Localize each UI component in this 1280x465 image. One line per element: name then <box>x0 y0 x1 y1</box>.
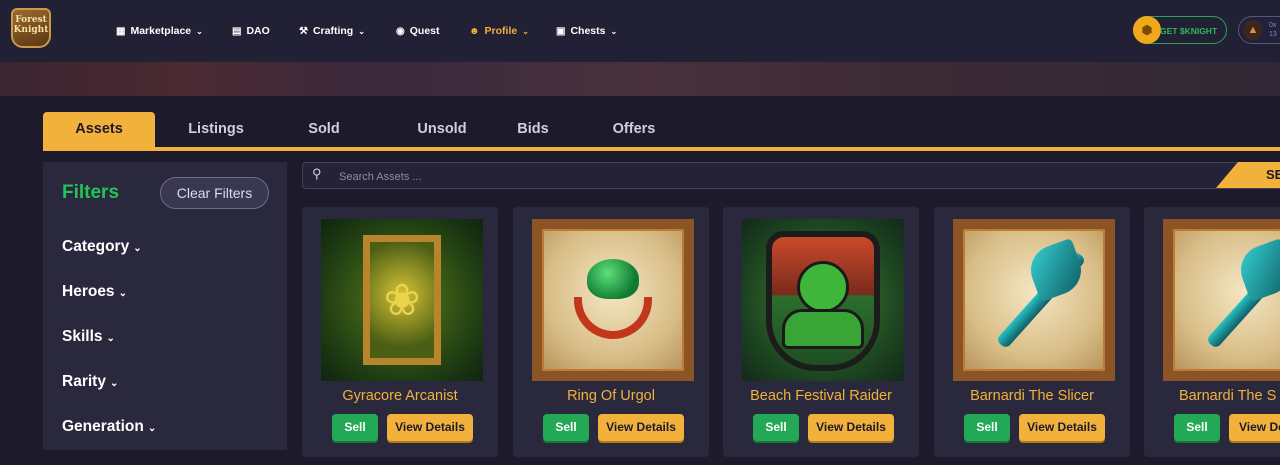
sell-button[interactable]: Sell <box>543 414 589 441</box>
filters-panel: Filters Clear Filters Category ⌄ Heroes ⌄ … <box>43 162 287 450</box>
search-input[interactable] <box>337 167 841 186</box>
nav-marketplace-label: Marketplace <box>130 25 192 37</box>
nav-quest[interactable]: ◉ Quest <box>396 0 440 62</box>
view-details-button[interactable]: View Details <box>1019 414 1105 441</box>
tab-assets[interactable]: Assets <box>43 112 155 147</box>
chevron-down-icon: ⌄ <box>147 423 157 434</box>
filter-category-label: Category <box>62 238 130 255</box>
view-details-button[interactable]: View Details <box>598 414 684 441</box>
chest-icon: ▣ <box>556 25 566 37</box>
wallet-address-line-2: 13 <box>1269 31 1277 38</box>
page-banner <box>0 62 1280 96</box>
chevron-down-icon: ⌄ <box>106 333 115 344</box>
get-knight-label: GET $KNIGHT <box>1160 26 1218 36</box>
asset-image: ❀ <box>321 219 483 381</box>
sell-button[interactable]: Sell <box>332 414 378 441</box>
wallet-address-line-1: 0x <box>1269 22 1277 29</box>
tab-sold[interactable]: Sold <box>268 112 380 147</box>
sell-button[interactable]: Sell <box>753 414 799 441</box>
nav-dao[interactable]: ▤ DAO <box>232 0 270 62</box>
dao-icon: ▤ <box>232 25 242 37</box>
asset-image <box>953 219 1115 381</box>
tab-listings[interactable]: Listings <box>160 112 272 147</box>
item-frame <box>1163 219 1280 381</box>
asset-name: Gyracore Arcanist <box>342 388 458 404</box>
orc-head-icon <box>797 261 849 313</box>
asset-card[interactable]: Beach Festival Raider Sell View Details <box>723 207 919 457</box>
chevron-down-icon: ⌄ <box>109 378 119 389</box>
chevron-down-icon: ⌄ <box>196 26 203 36</box>
nav-profile-label: Profile <box>484 25 518 37</box>
nav-profile[interactable]: ☻ Profile ⌄ <box>469 0 529 62</box>
asset-card[interactable]: Barnardi The Slicer Sell View Details <box>934 207 1130 457</box>
search-bar: ⚲ <box>302 162 1280 189</box>
asset-card[interactable]: Barnardi The S Sell View De <box>1144 207 1280 457</box>
filter-skills-label: Skills <box>62 328 103 345</box>
filter-generation[interactable]: Generation ⌄ <box>62 418 156 436</box>
ring-gem-icon <box>587 259 639 299</box>
wallet-button[interactable]: ▲ 0x 13 <box>1238 16 1280 44</box>
wallet-address: 0x 13 <box>1269 21 1277 39</box>
asset-image <box>532 219 694 381</box>
sell-button[interactable]: Sell <box>1174 414 1220 441</box>
chevron-down-icon: ⌄ <box>358 26 365 36</box>
store-icon: ▦ <box>116 25 126 37</box>
nav-crafting[interactable]: ⚒ Crafting ⌄ <box>299 0 365 62</box>
nav-crafting-label: Crafting <box>312 25 354 37</box>
chevron-down-icon: ⌄ <box>133 243 142 254</box>
nav-chests-label: Chests <box>570 25 606 37</box>
asset-card[interactable]: Ring Of Urgol Sell View Details <box>513 207 709 457</box>
get-knight-button[interactable]: ⬢ GET $KNIGHT <box>1133 16 1227 44</box>
view-details-button[interactable]: View Details <box>387 414 473 441</box>
filter-category[interactable]: Category ⌄ <box>62 238 142 256</box>
tab-bids[interactable]: Bids <box>477 112 589 147</box>
filter-heroes[interactable]: Heroes ⌄ <box>62 283 127 301</box>
asset-name: Barnardi The S <box>1179 388 1277 404</box>
chevron-down-icon: ⌄ <box>118 288 127 299</box>
asset-image <box>742 219 904 381</box>
sell-button[interactable]: Sell <box>964 414 1010 441</box>
nav-marketplace[interactable]: ▦ Marketplace ⌄ <box>116 0 203 62</box>
nav-chests[interactable]: ▣ Chests ⌄ <box>556 0 617 62</box>
nav-quest-label: Quest <box>409 25 440 37</box>
forest-knight-logo[interactable]: Forest Knight <box>11 8 51 48</box>
quest-icon: ◉ <box>396 25 405 37</box>
view-details-button[interactable]: View De <box>1229 414 1280 441</box>
asset-name: Barnardi The Slicer <box>970 388 1094 404</box>
filter-generation-label: Generation <box>62 418 144 435</box>
chevron-down-icon: ⌄ <box>610 26 618 36</box>
tab-offers[interactable]: Offers <box>578 112 690 147</box>
top-navigation-bar: Forest Knight ▦ Marketplace ⌄ ▤ DAO ⚒ Cr… <box>0 0 1280 62</box>
filter-rarity[interactable]: Rarity ⌄ <box>62 373 118 391</box>
clear-filters-button[interactable]: Clear Filters <box>160 177 269 209</box>
knight-token-icon: ⬢ <box>1133 16 1161 44</box>
orc-body-icon <box>782 309 864 349</box>
search-icon: ⚲ <box>312 166 322 181</box>
hammer-icon: ⚒ <box>299 25 308 37</box>
user-icon: ☻ <box>469 25 480 37</box>
tab-underline <box>43 147 1280 151</box>
fairy-icon: ❀ <box>383 275 421 325</box>
filters-title: Filters <box>62 182 120 203</box>
asset-card[interactable]: ❀ Gyracore Arcanist Sell View Details <box>302 207 498 457</box>
asset-name: Beach Festival Raider <box>750 388 892 404</box>
asset-image <box>1163 219 1280 381</box>
asset-name: Ring Of Urgol <box>567 388 655 404</box>
nav-dao-label: DAO <box>246 25 270 37</box>
filter-heroes-label: Heroes <box>62 283 115 300</box>
metamask-fox-icon: ▲ <box>1243 20 1263 40</box>
filter-skills[interactable]: Skills ⌄ <box>62 328 115 346</box>
filter-rarity-label: Rarity <box>62 373 106 390</box>
view-details-button[interactable]: View Details <box>808 414 894 441</box>
chevron-down-icon: ⌄ <box>522 26 529 36</box>
